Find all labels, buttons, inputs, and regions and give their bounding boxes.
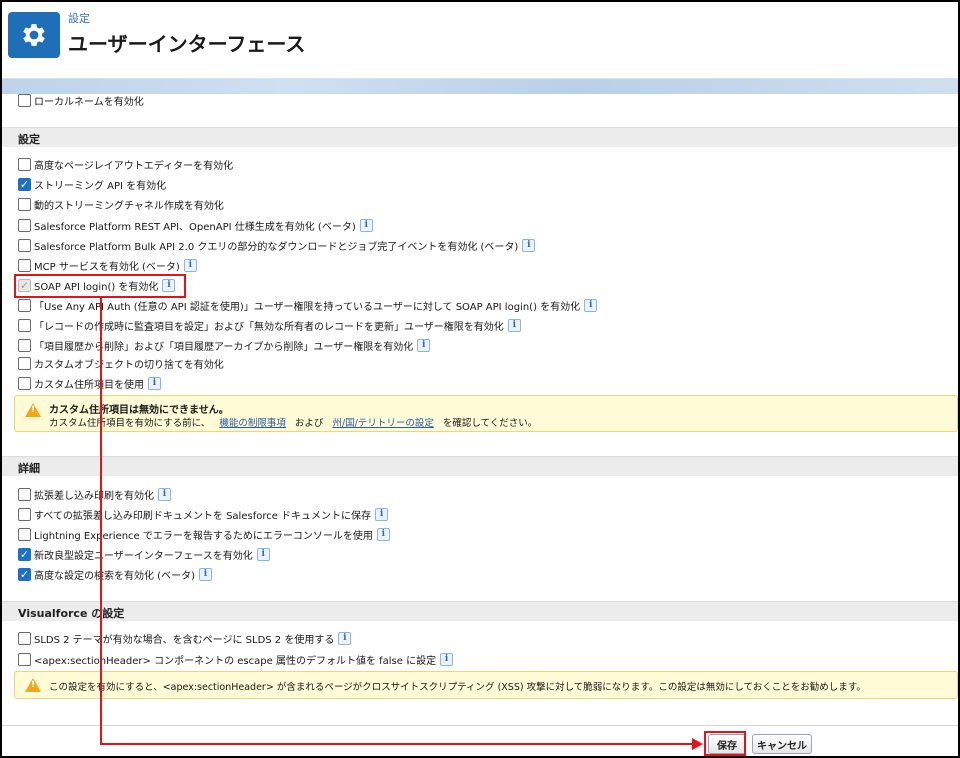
- option-label: 「レコードの作成時に監査項目を設定」および「無効な所有者のレコードを更新」ユーザ…: [34, 321, 504, 333]
- link-feature-limits[interactable]: 機能の制限事項: [219, 418, 286, 429]
- info-icon[interactable]: i: [440, 652, 454, 666]
- option-slds2-theme[interactable]: SLDS 2 テーマが有効な場合、を含むページに SLDS 2 を使用する i: [18, 629, 352, 647]
- checkbox-checked[interactable]: [18, 177, 31, 191]
- option-label: 高度なページレイアウトエディターを有効化: [34, 160, 234, 172]
- warning-text-after: を確認してください。: [442, 418, 538, 429]
- option-section-header-escape[interactable]: <apex:sectionHeader> コンポーネントの escape 属性の…: [18, 650, 454, 668]
- option-label: すべての拡張差し込み印刷ドキュメントを Salesforce ドキュメントに保存: [34, 510, 372, 522]
- checkbox[interactable]: [18, 218, 31, 232]
- option-field-history-delete[interactable]: 「項目履歴から削除」および「項目履歴アーカイブから削除」ユーザー権限を有効化 i: [18, 336, 431, 354]
- option-mcp-service[interactable]: MCP サービスを有効化 (ベータ) i: [18, 256, 197, 274]
- checkbox-checked[interactable]: [18, 567, 31, 581]
- checkbox[interactable]: [18, 93, 31, 107]
- info-icon[interactable]: i: [522, 238, 536, 252]
- checkbox[interactable]: [18, 527, 31, 541]
- info-icon[interactable]: i: [417, 338, 431, 352]
- option-label: 高度な設定の検索を有効化 (ベータ): [34, 570, 195, 582]
- checkbox[interactable]: [18, 338, 31, 352]
- info-icon[interactable]: i: [256, 547, 270, 561]
- checkbox-checked[interactable]: [18, 547, 31, 561]
- annotation-line-vertical: [100, 298, 102, 744]
- option-bulk-api-partial-download[interactable]: Salesforce Platform Bulk API 2.0 クエリの部分的…: [18, 236, 536, 254]
- breadcrumb[interactable]: 設定: [68, 10, 90, 26]
- link-state-country-settings[interactable]: 州/国/テリトリーの設定: [332, 418, 433, 429]
- info-icon[interactable]: i: [376, 527, 390, 541]
- info-icon[interactable]: i: [198, 567, 212, 581]
- footer-divider: [2, 725, 958, 726]
- info-icon[interactable]: i: [338, 631, 352, 645]
- option-extended-mail-merge[interactable]: 拡張差し込み印刷を有効化 i: [18, 485, 171, 503]
- option-label: 新改良型設定ユーザーインターフェースを有効化: [34, 550, 253, 562]
- checkbox[interactable]: [18, 258, 31, 272]
- info-icon[interactable]: i: [375, 507, 389, 521]
- option-label: Salesforce Platform Bulk API 2.0 クエリの部分的…: [34, 241, 519, 253]
- checkbox[interactable]: [18, 507, 31, 521]
- page-title: ユーザーインターフェース: [68, 32, 306, 56]
- gear-icon: [8, 12, 60, 58]
- checkbox[interactable]: [18, 376, 31, 390]
- warning-icon: [25, 403, 41, 417]
- option-advanced-page-layout-editor[interactable]: 高度なページレイアウトエディターを有効化: [18, 155, 233, 173]
- warning-text-before: カスタム住所項目を有効にする前に、: [49, 418, 211, 429]
- warning-box-xss: この設定を有効にすると、<apex:sectionHeader> が含まれるペー…: [14, 671, 958, 699]
- checkbox[interactable]: [18, 652, 31, 666]
- option-label: 「Use Any API Auth (任意の API 認証を使用)」ユーザー権限…: [34, 301, 581, 313]
- info-icon[interactable]: i: [183, 258, 197, 272]
- info-icon[interactable]: i: [507, 318, 521, 332]
- highlight-box-save: [704, 731, 746, 756]
- info-icon[interactable]: i: [158, 487, 171, 501]
- option-label: 拡張差し込み印刷を有効化: [34, 490, 154, 502]
- option-advanced-setup-search[interactable]: 高度な設定の検索を有効化 (ベータ) i: [18, 565, 212, 583]
- option-label: SLDS 2 テーマが有効な場合、を含むページに SLDS 2 を使用する: [34, 634, 335, 646]
- option-label: カスタムオブジェクトの切り捨てを有効化: [34, 359, 224, 371]
- option-label: 動的ストリーミングチャネル作成を有効化: [34, 200, 224, 212]
- info-icon[interactable]: i: [359, 218, 373, 232]
- option-dynamic-streaming-channel[interactable]: 動的ストリーミングチャネル作成を有効化: [18, 195, 224, 213]
- option-label: ストリーミング API を有効化: [34, 180, 167, 192]
- option-local-name[interactable]: ローカルネームを有効化: [18, 91, 144, 109]
- section-header-details: 詳細: [2, 456, 958, 476]
- checkbox[interactable]: [18, 298, 31, 312]
- warning-box-custom-address: カスタム住所項目は無効にできません。 カスタム住所項目を有効にする前に、 機能の…: [14, 395, 958, 432]
- warning-text: この設定を有効にすると、<apex:sectionHeader> が含まれるペー…: [49, 682, 866, 693]
- option-label: MCP サービスを有効化 (ベータ): [34, 261, 180, 273]
- info-icon[interactable]: i: [584, 298, 598, 312]
- annotation-arrowhead: [692, 738, 703, 750]
- checkbox[interactable]: [18, 157, 31, 171]
- checkbox[interactable]: [18, 487, 31, 501]
- option-label: Salesforce Platform REST API、OpenAPI 仕様生…: [34, 221, 356, 233]
- checkbox[interactable]: [18, 356, 31, 370]
- page-header: 設定 ユーザーインターフェース: [2, 2, 958, 78]
- checkbox[interactable]: [18, 197, 31, 211]
- checkbox[interactable]: [18, 238, 31, 252]
- warning-icon: [25, 678, 41, 692]
- option-audit-fields[interactable]: 「レコードの作成時に監査項目を設定」および「無効な所有者のレコードを更新」ユーザ…: [18, 316, 521, 334]
- option-label: カスタム住所項目を使用: [34, 379, 144, 391]
- option-rest-openapi[interactable]: Salesforce Platform REST API、OpenAPI 仕様生…: [18, 216, 373, 234]
- highlight-box-soap-api: [14, 274, 186, 298]
- annotation-line-horizontal: [100, 743, 694, 745]
- option-improved-setup-ui[interactable]: 新改良型設定ユーザーインターフェースを有効化 i: [18, 545, 270, 563]
- option-use-any-api-auth[interactable]: 「Use Any API Auth (任意の API 認証を使用)」ユーザー権限…: [18, 296, 598, 314]
- option-label: ローカルネームを有効化: [34, 96, 144, 108]
- warning-text: カスタム住所項目を有効にする前に、 機能の制限事項 および 州/国/テリトリーの…: [49, 415, 537, 429]
- option-label: 「項目履歴から削除」および「項目履歴アーカイブから削除」ユーザー権限を有効化: [34, 341, 414, 353]
- checkbox[interactable]: [18, 318, 31, 332]
- section-header-visualforce: Visualforce の設定: [2, 601, 958, 621]
- option-save-mail-merge-docs[interactable]: すべての拡張差し込み印刷ドキュメントを Salesforce ドキュメントに保存…: [18, 505, 389, 523]
- checkbox[interactable]: [18, 631, 31, 645]
- option-label: Lightning Experience でエラーを報告するためにエラーコンソー…: [34, 530, 373, 542]
- header-banner: [2, 78, 958, 94]
- warning-title: カスタム住所項目は無効にできません。: [49, 405, 229, 416]
- option-label: <apex:sectionHeader> コンポーネントの escape 属性の…: [34, 655, 437, 667]
- option-custom-address-fields[interactable]: カスタム住所項目を使用 i: [18, 374, 161, 392]
- warning-text-mid: および: [294, 418, 324, 429]
- option-streaming-api[interactable]: ストリーミング API を有効化: [18, 175, 166, 193]
- cancel-button[interactable]: キャンセル: [752, 734, 812, 754]
- info-icon[interactable]: i: [148, 376, 161, 390]
- section-header-settings: 設定: [2, 127, 958, 147]
- option-error-console[interactable]: Lightning Experience でエラーを報告するためにエラーコンソー…: [18, 525, 390, 543]
- option-custom-object-truncate[interactable]: カスタムオブジェクトの切り捨てを有効化: [18, 354, 224, 372]
